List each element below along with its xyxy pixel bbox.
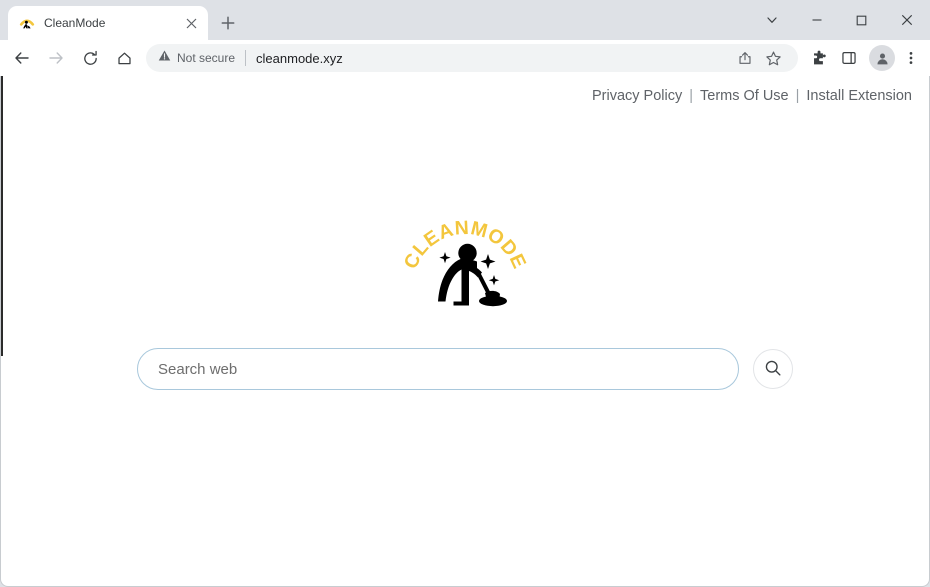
link-separator: | [795, 88, 800, 104]
reload-icon[interactable] [76, 44, 104, 72]
privacy-policy-link[interactable]: Privacy Policy [592, 88, 682, 104]
page-viewport: Privacy Policy | Terms Of Use | Install … [0, 76, 930, 587]
omnibox-actions [730, 45, 786, 71]
avatar-icon[interactable] [869, 45, 895, 71]
three-dot-menu-icon[interactable] [898, 44, 924, 72]
site-logo-wrapper: CLEANMODE [1, 200, 929, 316]
minimize-icon[interactable] [794, 3, 839, 37]
search-row [1, 348, 929, 390]
tab-strip: CleanMode [0, 0, 930, 40]
search-button[interactable] [753, 349, 793, 389]
cleanmode-logo: CLEANMODE [400, 200, 530, 316]
forward-arrow-icon[interactable] [42, 44, 70, 72]
page-edge-artifact [1, 76, 3, 356]
omnibox-divider [245, 50, 247, 66]
url-text: cleanmode.xyz [256, 50, 343, 66]
link-separator: | [689, 88, 693, 104]
warning-triangle-icon [158, 49, 171, 67]
tab-search-chevron-down-icon[interactable] [749, 3, 794, 37]
top-links-bar: Privacy Policy | Terms Of Use | Install … [1, 76, 929, 104]
window-controls [749, 0, 930, 40]
cleaner-vacuum-logo-icon: CLEANMODE [400, 217, 530, 307]
security-status[interactable]: Not secure [158, 49, 235, 67]
star-icon[interactable] [760, 45, 786, 71]
browser-window: CleanMode Not secure cleanmode.xyz Priva… [0, 0, 930, 587]
search-icon [764, 359, 782, 380]
maximize-icon[interactable] [839, 3, 884, 37]
search-input[interactable] [137, 348, 739, 390]
terms-of-use-link[interactable]: Terms Of Use [700, 88, 789, 104]
tab-close-icon[interactable] [182, 14, 200, 32]
tab-title: CleanMode [44, 16, 106, 30]
back-arrow-icon[interactable] [8, 44, 36, 72]
security-label: Not secure [177, 51, 236, 65]
address-bar[interactable]: Not secure cleanmode.xyz [146, 44, 798, 72]
browser-tab[interactable]: CleanMode [8, 6, 208, 40]
puzzle-icon[interactable] [804, 44, 834, 72]
side-panel-icon[interactable] [834, 44, 864, 72]
share-icon[interactable] [732, 45, 758, 71]
home-icon[interactable] [110, 44, 138, 72]
browser-toolbar: Not secure cleanmode.xyz [0, 40, 930, 76]
window-close-icon[interactable] [884, 3, 930, 37]
new-tab-button[interactable] [214, 9, 242, 37]
install-extension-link[interactable]: Install Extension [806, 88, 912, 104]
cleanmode-favicon-icon [19, 15, 35, 31]
